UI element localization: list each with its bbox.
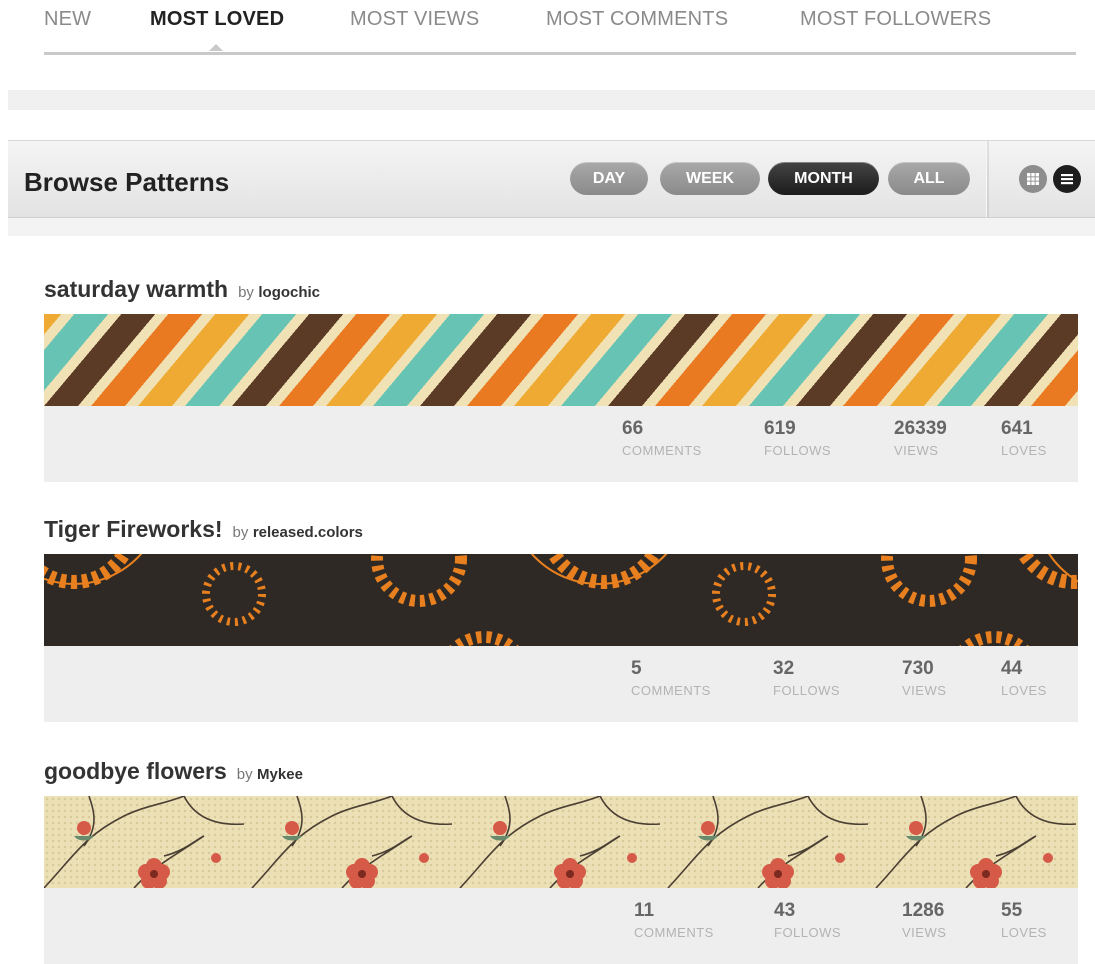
follows-label: FOLLOWS — [764, 443, 832, 458]
loves-count: 641 — [1001, 418, 1033, 439]
stat-views: 1286 VIEWS — [902, 900, 946, 940]
views-count: 26339 — [894, 418, 947, 439]
period-month-button[interactable]: MONTH — [768, 162, 879, 195]
fireworks-pattern-image — [44, 554, 1078, 646]
by-label: by — [238, 284, 254, 301]
list-view-button[interactable] — [1053, 165, 1081, 193]
stat-comments: 11 COMMENTS — [634, 900, 714, 940]
stat-loves: 55 LOVES — [1001, 900, 1047, 940]
follows-count: 32 — [773, 658, 795, 679]
pattern-author[interactable]: Mykee — [257, 766, 303, 783]
stat-follows: 32 FOLLOWS — [773, 658, 840, 698]
comments-count: 11 — [634, 900, 655, 921]
pattern-stats: 66 COMMENTS 619 FOLLOWS 26339 VIEWS 641 … — [44, 406, 1078, 482]
bar-divider — [986, 141, 989, 217]
tab-most-comments[interactable]: MOST COMMENTS — [546, 8, 728, 31]
browse-header: Browse Patterns DAY WEEK MONTH ALL — [8, 140, 1095, 218]
pattern-author[interactable]: released.colors — [253, 524, 363, 541]
comments-label: COMMENTS — [634, 925, 714, 940]
pattern-stats: 11 COMMENTS 43 FOLLOWS 1286 VIEWS 55 LOV… — [44, 888, 1078, 964]
pattern-swatch[interactable] — [44, 554, 1078, 646]
tab-most-loved[interactable]: MOST LOVED — [150, 8, 284, 31]
stat-loves: 641 LOVES — [1001, 418, 1047, 458]
views-label: VIEWS — [894, 443, 939, 458]
period-all-button[interactable]: ALL — [888, 162, 970, 195]
comments-count: 5 — [631, 658, 642, 679]
flowers-pattern-image — [44, 796, 1077, 888]
comments-label: COMMENTS — [622, 443, 702, 458]
stat-views: 26339 VIEWS — [894, 418, 947, 458]
grid-view-button[interactable] — [1019, 165, 1047, 193]
stat-loves: 44 LOVES — [1001, 658, 1047, 698]
follows-count: 43 — [774, 900, 796, 921]
pattern-title-row: saturday warmth by logochic — [44, 276, 320, 306]
pattern-title-row: goodbye flowers by Mykee — [44, 758, 303, 788]
pattern-title-row: Tiger Fireworks! by released.colors — [44, 516, 363, 546]
stat-follows: 619 FOLLOWS — [764, 418, 831, 458]
views-count: 1286 — [902, 900, 945, 921]
stat-comments: 5 COMMENTS — [631, 658, 711, 698]
follows-count: 619 — [764, 418, 796, 439]
follows-label: FOLLOWS — [773, 683, 841, 698]
pattern-title[interactable]: Tiger Fireworks! — [44, 516, 223, 542]
loves-label: LOVES — [1001, 443, 1047, 458]
grid-view-icon — [1027, 173, 1039, 185]
tab-most-followers[interactable]: MOST FOLLOWERS — [800, 8, 991, 31]
active-tab-caret — [209, 44, 223, 51]
by-label: by — [232, 524, 249, 541]
views-label: VIEWS — [902, 925, 947, 940]
views-count: 730 — [902, 658, 934, 679]
pattern-swatch[interactable] — [44, 796, 1078, 888]
comments-label: COMMENTS — [631, 683, 711, 698]
follows-label: FOLLOWS — [774, 925, 842, 940]
page-title: Browse Patterns — [24, 167, 230, 197]
loves-label: LOVES — [1001, 683, 1047, 698]
divider-strip — [8, 90, 1095, 110]
pattern-stats: 5 COMMENTS 32 FOLLOWS 730 VIEWS 44 LOVES — [44, 646, 1078, 722]
loves-label: LOVES — [1001, 925, 1047, 940]
pattern-title[interactable]: goodbye flowers — [44, 758, 227, 784]
tab-most-views[interactable]: MOST VIEWS — [350, 8, 479, 31]
stat-views: 730 VIEWS — [902, 658, 946, 698]
stat-follows: 43 FOLLOWS — [774, 900, 841, 940]
divider-strip — [8, 218, 1095, 236]
tab-new[interactable]: NEW — [44, 8, 91, 31]
comments-count: 66 — [622, 418, 644, 439]
period-day-button[interactable]: DAY — [570, 162, 648, 195]
views-label: VIEWS — [902, 683, 947, 698]
pattern-title[interactable]: saturday warmth — [44, 276, 228, 302]
sort-nav: NEW MOST LOVED MOST VIEWS MOST COMMENTS … — [44, 0, 1076, 55]
list-view-icon — [1061, 174, 1073, 185]
loves-count: 55 — [1001, 900, 1023, 921]
period-week-button[interactable]: WEEK — [660, 162, 760, 195]
pattern-author[interactable]: logochic — [258, 284, 320, 301]
loves-count: 44 — [1001, 658, 1023, 679]
pattern-swatch[interactable] — [44, 314, 1078, 406]
stat-comments: 66 COMMENTS — [622, 418, 702, 458]
by-label: by — [236, 766, 253, 783]
